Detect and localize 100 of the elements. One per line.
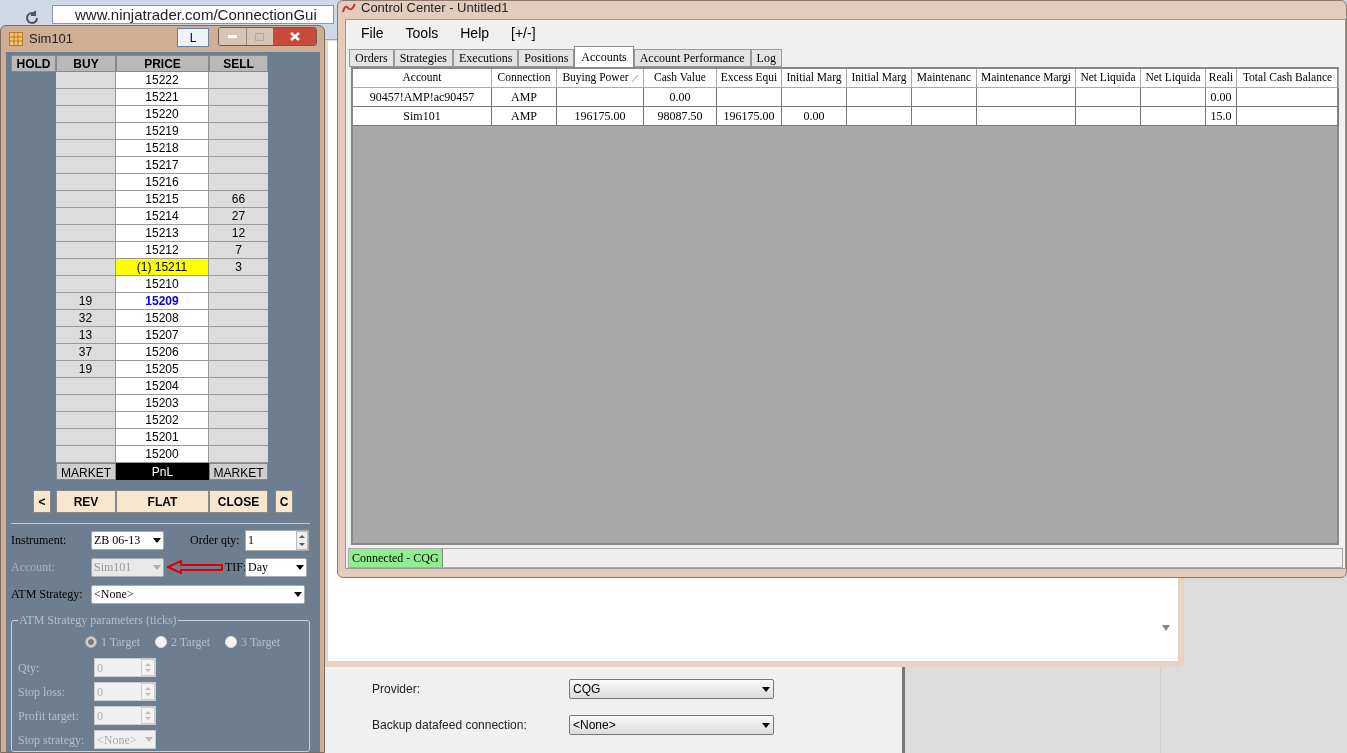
maximize-icon[interactable] xyxy=(255,32,265,41)
window-controls[interactable] xyxy=(218,27,317,46)
bid-cell[interactable] xyxy=(56,378,116,395)
ask-cell[interactable] xyxy=(209,327,268,344)
bid-cell[interactable] xyxy=(56,157,116,174)
bid-cell[interactable] xyxy=(56,446,116,463)
ask-cell[interactable]: 27 xyxy=(209,208,268,225)
table-cell xyxy=(1141,107,1206,126)
bid-cell[interactable] xyxy=(56,191,116,208)
ask-cell[interactable] xyxy=(209,378,268,395)
column-header: BUY xyxy=(56,55,116,72)
tab[interactable]: Executions xyxy=(453,49,519,67)
tab[interactable]: Positions xyxy=(518,49,575,67)
tab[interactable]: Strategies xyxy=(393,49,453,67)
bid-cell[interactable]: 19 xyxy=(56,293,116,310)
bid-cell[interactable] xyxy=(56,208,116,225)
ask-cell[interactable] xyxy=(209,344,268,361)
column-header[interactable]: HOLD xyxy=(11,55,56,72)
dropdown[interactable]: <None> xyxy=(569,715,774,735)
ask-cell[interactable]: 7 xyxy=(209,242,268,259)
ask-cell[interactable] xyxy=(209,446,268,463)
ask-cell[interactable]: 66 xyxy=(209,191,268,208)
action-button[interactable]: REV xyxy=(56,490,116,513)
scroll-down-icon[interactable] xyxy=(1162,625,1170,631)
field-label: Stop loss: xyxy=(18,683,66,701)
bid-cell[interactable] xyxy=(56,412,116,429)
menu-item[interactable]: [+/-] xyxy=(511,22,536,44)
bid-cell[interactable] xyxy=(56,259,116,276)
tab[interactable]: Log xyxy=(750,49,782,67)
bid-cell[interactable] xyxy=(56,123,116,140)
ask-cell[interactable] xyxy=(209,395,268,412)
caret-icon xyxy=(145,737,153,742)
price-cell: 15219 xyxy=(116,123,209,140)
menu-item[interactable]: File xyxy=(361,22,384,44)
bid-cell[interactable] xyxy=(56,276,116,293)
ask-cell[interactable] xyxy=(209,429,268,446)
table-cell: Sim101 xyxy=(353,107,492,126)
bid-cell[interactable] xyxy=(56,174,116,191)
ask-cell[interactable] xyxy=(209,140,268,157)
action-button[interactable]: CLOSE xyxy=(209,490,268,513)
bid-cell[interactable] xyxy=(56,242,116,259)
ask-cell[interactable] xyxy=(209,361,268,378)
tab[interactable]: Orders xyxy=(349,49,394,67)
ask-cell[interactable]: 3 xyxy=(209,259,268,276)
bid-cell[interactable] xyxy=(56,225,116,242)
link-button[interactable]: L xyxy=(177,28,209,47)
price-cell: 15210 xyxy=(116,276,209,293)
reload-icon[interactable] xyxy=(24,10,40,26)
address-bar[interactable]: www.ninjatrader.com/ConnectionGui xyxy=(52,5,334,24)
menu-item[interactable]: Tools xyxy=(405,22,439,44)
field-label: Backup datafeed connection: xyxy=(372,717,528,734)
bid-cell[interactable]: 13 xyxy=(56,327,116,344)
bid-cell[interactable] xyxy=(56,89,116,106)
price-cell: 15200 xyxy=(116,446,209,463)
tab[interactable]: Accounts xyxy=(574,46,634,67)
column-header: SELL xyxy=(209,55,268,72)
table-cell xyxy=(847,107,912,126)
ask-cell[interactable] xyxy=(209,106,268,123)
price-cell: 15213 xyxy=(116,225,209,242)
ask-cell[interactable] xyxy=(209,412,268,429)
ask-cell[interactable] xyxy=(209,123,268,140)
ask-cell[interactable] xyxy=(209,310,268,327)
market-sell-button[interactable]: MARKET xyxy=(209,463,268,480)
ask-cell[interactable] xyxy=(209,174,268,191)
quantity-spinner[interactable]: 1 xyxy=(245,529,309,551)
ask-cell[interactable] xyxy=(209,276,268,293)
action-button[interactable]: FLAT xyxy=(116,490,209,513)
bid-cell[interactable]: 32 xyxy=(56,310,116,327)
bid-cell[interactable] xyxy=(56,395,116,412)
table-cell xyxy=(1076,107,1141,126)
caret-icon xyxy=(762,722,770,728)
ask-cell[interactable] xyxy=(209,157,268,174)
dropdown[interactable]: ZB 06-13 xyxy=(91,530,164,550)
ask-cell[interactable] xyxy=(209,293,268,310)
bid-cell[interactable] xyxy=(56,429,116,446)
dropdown[interactable]: Day xyxy=(245,557,307,577)
caret-icon xyxy=(762,686,770,692)
bid-cell[interactable]: 37 xyxy=(56,344,116,361)
dropdown[interactable]: <None> xyxy=(91,584,305,604)
spinner-arrows-icon[interactable] xyxy=(296,530,308,550)
ask-cell[interactable]: 12 xyxy=(209,225,268,242)
action-button[interactable]: < xyxy=(33,490,51,513)
window-title: Control Center - Untitled1 xyxy=(361,1,509,15)
ask-cell[interactable] xyxy=(209,89,268,106)
close-icon[interactable] xyxy=(289,32,300,41)
dropdown[interactable]: CQG xyxy=(569,679,774,699)
bid-cell[interactable] xyxy=(56,72,116,89)
field-label: ATM Strategy: xyxy=(11,586,84,603)
minimize-icon[interactable] xyxy=(227,35,237,38)
price-cell: 15208 xyxy=(116,310,209,327)
bid-cell[interactable] xyxy=(56,106,116,123)
table-cell: 196175.00 xyxy=(557,107,644,126)
market-buy-button[interactable]: MARKET xyxy=(56,463,116,480)
menu-item[interactable]: Help xyxy=(460,22,490,44)
action-button[interactable]: C xyxy=(275,490,293,513)
caret-icon xyxy=(153,564,161,570)
bid-cell[interactable] xyxy=(56,140,116,157)
tab[interactable]: Account Performance xyxy=(633,49,751,67)
bid-cell[interactable]: 19 xyxy=(56,361,116,378)
ask-cell[interactable] xyxy=(209,72,268,89)
